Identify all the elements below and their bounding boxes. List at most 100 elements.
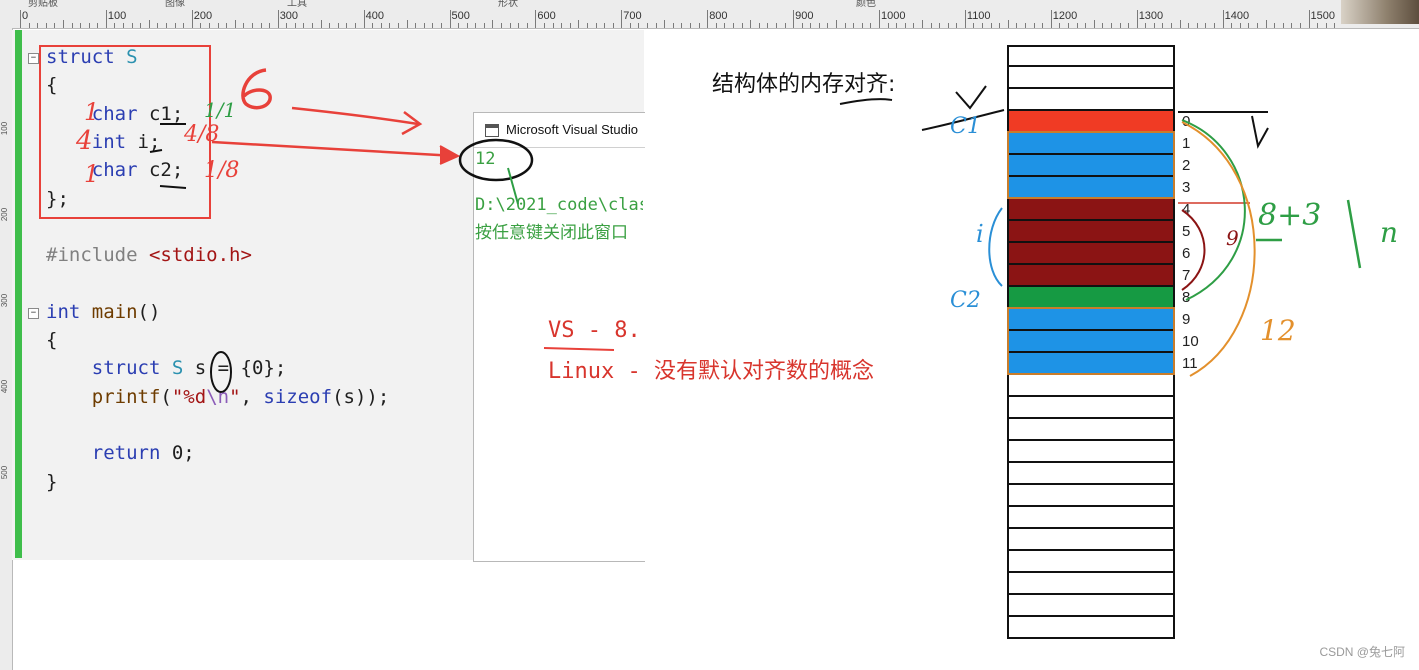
ruler-minor-tick xyxy=(380,23,382,28)
ruler-label: 200 xyxy=(193,10,213,22)
ruler-minor-tick xyxy=(982,23,984,28)
ruler-minor-tick xyxy=(561,23,563,28)
ruler-minor-tick xyxy=(896,23,898,28)
ruler-minor-tick xyxy=(1214,23,1215,28)
collapse-main-icon[interactable]: − xyxy=(28,308,39,319)
ruler-minor-tick xyxy=(698,23,700,28)
ruler-minor-tick xyxy=(578,20,580,28)
code-token: i; xyxy=(126,130,161,153)
ruler-minor-tick xyxy=(758,23,760,28)
offset-label: 7 xyxy=(1182,267,1191,284)
memory-cell-white xyxy=(1007,551,1175,573)
code-token: struct xyxy=(46,46,115,68)
ruler-minor-tick xyxy=(1085,23,1087,28)
left-ruler-label: 100 xyxy=(0,121,10,136)
top-ruler: 0 100 200 300 400 500 600 700 800 900 1000 1100 1200… xyxy=(0,0,1419,29)
code-token: int xyxy=(46,300,81,323)
ruler-label: 600 xyxy=(537,10,556,22)
offset-label: 11 xyxy=(1182,355,1198,372)
ruler-minor-tick xyxy=(54,23,56,28)
ruler-minor-tick xyxy=(810,23,812,28)
code-line: { xyxy=(46,329,57,351)
ruler-major-tick xyxy=(1308,10,1310,28)
memory-cell-int xyxy=(1007,199,1175,221)
ruler-minor-tick xyxy=(346,23,348,28)
console-path: D:\2021_code\clas xyxy=(475,195,643,215)
ruler-minor-tick xyxy=(483,23,485,28)
code-token: } xyxy=(46,470,58,493)
code-line: int i; xyxy=(46,130,161,153)
hand-rhs-12: 12 xyxy=(1260,314,1296,347)
ruler-minor-tick xyxy=(1231,23,1233,28)
hand-lhs-1b: 1 xyxy=(84,160,100,188)
code-line: }; xyxy=(46,188,69,210)
ruler-minor-tick xyxy=(1299,23,1301,28)
hand-label-i: i xyxy=(976,220,984,248)
ruler-label: 500 xyxy=(451,10,470,22)
ruler-minor-tick xyxy=(329,23,331,28)
memory-cell-white xyxy=(1007,45,1175,67)
memory-cell-white xyxy=(1007,67,1175,89)
menu-fragment-tools: 工具 xyxy=(287,0,307,9)
ruler-minor-tick xyxy=(1067,23,1069,28)
ruler-minor-tick xyxy=(518,23,520,28)
offset-label: 9 xyxy=(1182,311,1191,328)
ruler-minor-tick xyxy=(45,23,47,28)
ruler-minor-tick xyxy=(1119,23,1121,28)
hand-c1-offsets: 1/1 xyxy=(204,98,237,122)
memory-cell-white xyxy=(1007,419,1175,441)
memory-cell-white xyxy=(1007,485,1175,507)
ruler-minor-tick xyxy=(801,23,803,28)
ruler-minor-tick xyxy=(904,23,906,28)
collapse-struct-icon[interactable]: − xyxy=(28,53,39,64)
ruler-minor-tick xyxy=(629,23,631,28)
ruler-major-tick xyxy=(363,10,365,28)
ruler-label: 1200 xyxy=(1052,10,1078,22)
console-hint: 按任意键关闭此窗口 xyxy=(475,223,628,243)
note-vs: VS - 8. xyxy=(548,318,641,343)
ruler-minor-tick xyxy=(956,23,958,28)
ruler-label: 1400 xyxy=(1224,10,1250,22)
code-token: c1; xyxy=(137,102,184,125)
ruler-minor-tick xyxy=(475,23,477,28)
ruler-label: 1000 xyxy=(881,10,906,22)
ruler-minor-tick xyxy=(260,23,262,28)
ruler-minor-tick xyxy=(681,23,683,28)
menu-fragment-colors: 颜色 xyxy=(856,0,876,9)
ruler-minor-tick xyxy=(200,23,202,28)
memory-cell-int xyxy=(1007,265,1175,287)
memory-cell-white xyxy=(1007,89,1175,111)
code-token: #include xyxy=(46,244,138,267)
code-token: (s)); xyxy=(332,385,390,408)
ruler-minor-tick xyxy=(526,23,528,28)
ruler-minor-tick xyxy=(337,23,339,28)
ruler-label: 700 xyxy=(623,10,642,22)
ruler-minor-tick xyxy=(312,23,314,28)
ruler-minor-tick xyxy=(732,23,734,28)
ruler-minor-tick xyxy=(1256,23,1258,28)
code-token: int xyxy=(91,130,127,153)
ruler-minor-tick xyxy=(1265,20,1267,28)
console-output: 12 xyxy=(475,149,496,169)
ruler-minor-tick xyxy=(157,23,159,28)
console-titlebar[interactable]: Microsoft Visual Studio xyxy=(474,113,645,148)
ruler-minor-tick xyxy=(655,23,657,28)
ruler-minor-tick xyxy=(501,23,503,28)
ruler-minor-tick xyxy=(784,23,786,28)
offset-label: 4 xyxy=(1182,201,1191,218)
ruler-major-tick xyxy=(1136,10,1138,28)
memory-cell-white xyxy=(1007,375,1175,397)
ruler-major-tick xyxy=(793,10,795,28)
ruler-label: 400 xyxy=(365,10,384,22)
memory-cell-c1 xyxy=(1007,111,1175,133)
ruler-minor-tick xyxy=(432,23,434,28)
code-token: struct xyxy=(91,357,161,380)
ruler-minor-tick xyxy=(990,23,992,28)
code-token: sizeof xyxy=(263,385,333,408)
ruler-minor-tick xyxy=(294,23,296,28)
ruler-minor-tick xyxy=(440,23,442,28)
blue-brace-int xyxy=(988,207,1003,287)
ruler-minor-tick xyxy=(887,23,889,28)
